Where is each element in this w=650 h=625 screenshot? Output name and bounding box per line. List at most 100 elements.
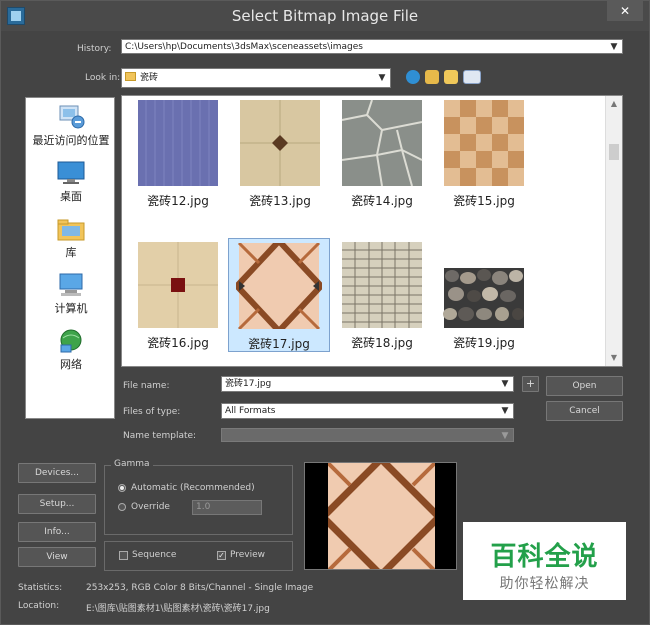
preview-diamond-lattice — [305, 463, 456, 569]
recent-places-icon — [56, 104, 86, 130]
history-label: History: — [77, 44, 112, 54]
network-icon — [56, 328, 86, 354]
devices-button[interactable]: Devices... — [18, 463, 96, 483]
add-button[interactable]: + — [522, 376, 539, 392]
title-bar: Select Bitmap Image File ✕ — [1, 1, 649, 31]
view-menu-icon[interactable] — [463, 70, 481, 84]
preview-label: Preview — [230, 550, 266, 560]
close-button[interactable]: ✕ — [607, 1, 643, 21]
folder-icon — [125, 72, 136, 81]
file-name: 瓷砖19.jpg — [453, 336, 515, 350]
gamma-override-radio[interactable] — [118, 503, 126, 511]
chevron-down-icon[interactable]: ▼ — [499, 404, 511, 418]
thumbnail-beige-diamond — [240, 100, 320, 186]
gamma-group: Gamma Automatic (Recommended) Override 1… — [104, 459, 293, 535]
template-combo: ▼ — [221, 428, 514, 442]
file-name: 瓷砖17.jpg — [248, 337, 310, 351]
file-tile[interactable]: 瓷砖15.jpg — [434, 96, 534, 212]
sequence-label: Sequence — [132, 550, 177, 560]
thumbnail-brick-stack — [342, 242, 422, 328]
desktop-icon — [56, 160, 86, 186]
file-tile[interactable]: 瓷砖18.jpg — [332, 238, 432, 354]
view-button[interactable]: View — [18, 547, 96, 567]
chevron-down-icon[interactable]: ▼ — [608, 40, 620, 53]
lookin-label: Look in: — [85, 73, 121, 83]
location-label: Location: — [18, 601, 60, 611]
gamma-title: Gamma — [111, 459, 153, 469]
filetype-combo[interactable]: All Formats ▼ — [221, 403, 514, 419]
file-list-scrollbar[interactable]: ▲ ▼ — [605, 96, 622, 366]
filename-value: 瓷砖17.jpg — [225, 379, 272, 389]
history-combo[interactable]: C:\Users\hp\Documents\3dsMax\sceneassets… — [121, 39, 623, 54]
lookin-value: 瓷砖 — [140, 73, 159, 83]
scroll-thumb[interactable] — [609, 144, 619, 160]
filetype-value: All Formats — [225, 406, 276, 416]
place-libraries[interactable]: 库 — [26, 216, 116, 260]
file-tile[interactable]: 瓷砖19.jpg — [434, 238, 534, 354]
scroll-down-icon[interactable]: ▼ — [606, 350, 622, 366]
info-button[interactable]: Info... — [18, 522, 96, 542]
file-tile[interactable]: 瓷砖13.jpg — [230, 96, 330, 212]
sequence-checkbox[interactable] — [119, 551, 128, 560]
gamma-automatic-label: Automatic (Recommended) — [131, 483, 255, 493]
new-folder-icon[interactable] — [444, 70, 458, 84]
lookin-combo[interactable]: 瓷砖 ▼ — [121, 68, 391, 88]
up-folder-icon[interactable] — [425, 70, 439, 84]
filetype-label: Files of type: — [123, 407, 181, 417]
file-tile[interactable]: 瓷砖12.jpg — [128, 96, 228, 212]
thumbnail-checker-brown — [444, 100, 524, 186]
location-value: E:\图库\贴图素材1\贴图素材\瓷砖\瓷砖17.jpg — [86, 604, 270, 614]
gamma-automatic-radio[interactable] — [118, 484, 126, 492]
preview-checkbox[interactable]: ✓ — [217, 551, 226, 560]
statistics-label: Statistics: — [18, 583, 63, 593]
place-desktop[interactable]: 桌面 — [26, 160, 116, 204]
history-value: C:\Users\hp\Documents\3dsMax\sceneassets… — [125, 42, 363, 52]
file-tile-selected[interactable]: 瓷砖17.jpg — [228, 238, 330, 352]
place-recent[interactable]: 最近访问的位置 — [26, 104, 116, 148]
statistics-value: 253x253, RGB Color 8 Bits/Channel - Sing… — [86, 583, 314, 593]
back-icon[interactable] — [406, 70, 420, 84]
thumbnail-diamond-lattice — [236, 243, 322, 329]
file-name: 瓷砖18.jpg — [351, 336, 413, 350]
options-group: Sequence ✓ Preview — [104, 541, 293, 571]
filename-label: File name: — [123, 381, 170, 391]
file-list[interactable]: 瓷砖12.jpg 瓷砖13.jpg 瓷砖14.jpg 瓷砖15.jpg 瓷砖16… — [121, 95, 623, 367]
file-name: 瓷砖16.jpg — [147, 336, 209, 350]
setup-button[interactable]: Setup... — [18, 494, 96, 514]
open-button[interactable]: Open — [546, 376, 623, 396]
cancel-button[interactable]: Cancel — [546, 401, 623, 421]
place-label: 库 — [65, 246, 77, 259]
dialog-window: Select Bitmap Image File ✕ History: C:\U… — [0, 0, 650, 625]
place-network[interactable]: 网络 — [26, 328, 116, 372]
place-label: 计算机 — [54, 302, 88, 315]
computer-icon — [56, 272, 86, 298]
scroll-up-icon[interactable]: ▲ — [606, 96, 622, 112]
thumbnail-fabric-blue — [138, 100, 218, 186]
file-tile[interactable]: 瓷砖16.jpg — [128, 238, 228, 354]
chevron-down-icon: ▼ — [501, 431, 509, 441]
template-label: Name template: — [123, 431, 197, 441]
libraries-icon — [56, 216, 86, 242]
place-label: 桌面 — [60, 190, 82, 203]
places-bar: 最近访问的位置 桌面 库 计算机 网络 — [25, 97, 115, 419]
thumbnail-marble-red-inset — [138, 242, 218, 328]
file-name: 瓷砖15.jpg — [453, 194, 515, 208]
watermark-logo: 百科全说 助你轻松解决 — [463, 522, 626, 600]
file-name: 瓷砖13.jpg — [249, 194, 311, 208]
image-preview — [304, 462, 457, 570]
chevron-down-icon[interactable]: ▼ — [499, 377, 511, 391]
window-title: Select Bitmap Image File — [231, 7, 419, 25]
file-name: 瓷砖14.jpg — [351, 194, 413, 208]
watermark-sub-text: 助你轻松解决 — [499, 576, 590, 592]
file-tile[interactable]: 瓷砖14.jpg — [332, 96, 432, 212]
thumbnail-flagstone — [341, 100, 423, 186]
gamma-override-label: Override — [131, 502, 170, 512]
place-label: 网络 — [60, 358, 82, 371]
place-label: 最近访问的位置 — [32, 134, 110, 147]
filename-combo[interactable]: 瓷砖17.jpg ▼ — [221, 376, 514, 392]
gamma-override-spinner[interactable]: 1.0 — [192, 500, 262, 515]
gamma-override-value: 1.0 — [196, 502, 211, 512]
thumbnail-pebbles — [443, 268, 524, 328]
chevron-down-icon[interactable]: ▼ — [376, 69, 388, 87]
place-computer[interactable]: 计算机 — [26, 272, 116, 316]
